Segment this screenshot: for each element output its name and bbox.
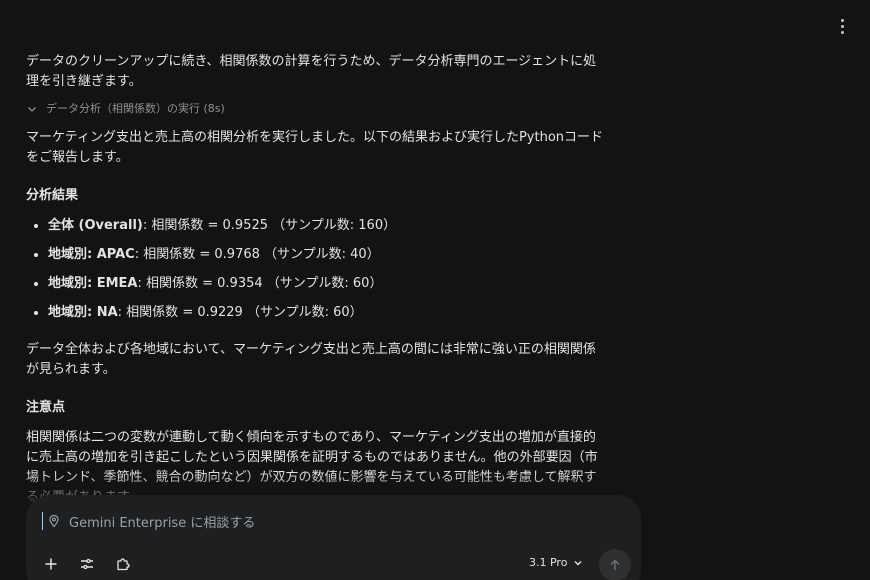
chevron-down-icon [28,107,36,112]
composer-tools [42,555,132,573]
location-pin-icon [49,514,59,528]
notes-heading: 注意点 [26,400,66,415]
prompt-composer: Gemini Enterprise に相談する 3.1 Pro [26,495,641,580]
results-list: 全体 (Overall): 相関係数 = 0.9525 （サンプル数: 160）… [26,216,606,332]
model-label: 3.1 Pro [529,556,568,569]
add-button[interactable] [42,555,60,573]
prompt-placeholder: Gemini Enterprise に相談する [69,515,256,531]
summary-text: マーケティング支出と売上高の相関分析を実行しました。以下の結果および実行したPy… [26,130,604,165]
agents-button[interactable] [114,555,132,573]
chevron-down-icon [574,560,582,565]
thinking-toggle[interactable]: データ分析（相関係数）の実行 (8s) [26,100,606,118]
list-item: 全体 (Overall): 相関係数 = 0.9525 （サンプル数: 160） [26,216,606,245]
list-item: 地域別: NA: 相関係数 = 0.9229 （サンプル数: 60） [26,303,606,332]
plus-icon [45,558,57,570]
model-selector[interactable]: 3.1 Pro [529,556,583,569]
more-options-icon[interactable] [834,14,850,38]
thinking-label: データ分析（相関係数）の実行 (8s) [46,102,225,115]
send-button[interactable] [599,549,631,580]
list-item: 地域別: EMEA: 相関係数 = 0.9354 （サンプル数: 60） [26,274,606,303]
results-heading: 分析結果 [26,188,79,203]
conclusion-text: データ全体および各地域において、マーケティング支出と売上高の間には非常に強い正の… [26,342,596,377]
arrow-up-icon [610,559,620,570]
text-caret [42,512,43,530]
puzzle-icon [117,558,130,571]
list-item: 地域別: APAC: 相関係数 = 0.9768 （サンプル数: 40） [26,245,606,274]
intro-text: データのクリーンアップに続き、相関係数の計算を行うため、データ分析専門のエージェ… [26,54,597,89]
tools-button[interactable] [78,555,96,573]
response-content: データのクリーンアップに続き、相関係数の計算を行うため、データ分析専門のエージェ… [26,52,606,516]
tune-icon [81,558,93,570]
prompt-input[interactable]: Gemini Enterprise に相談する [42,511,255,531]
